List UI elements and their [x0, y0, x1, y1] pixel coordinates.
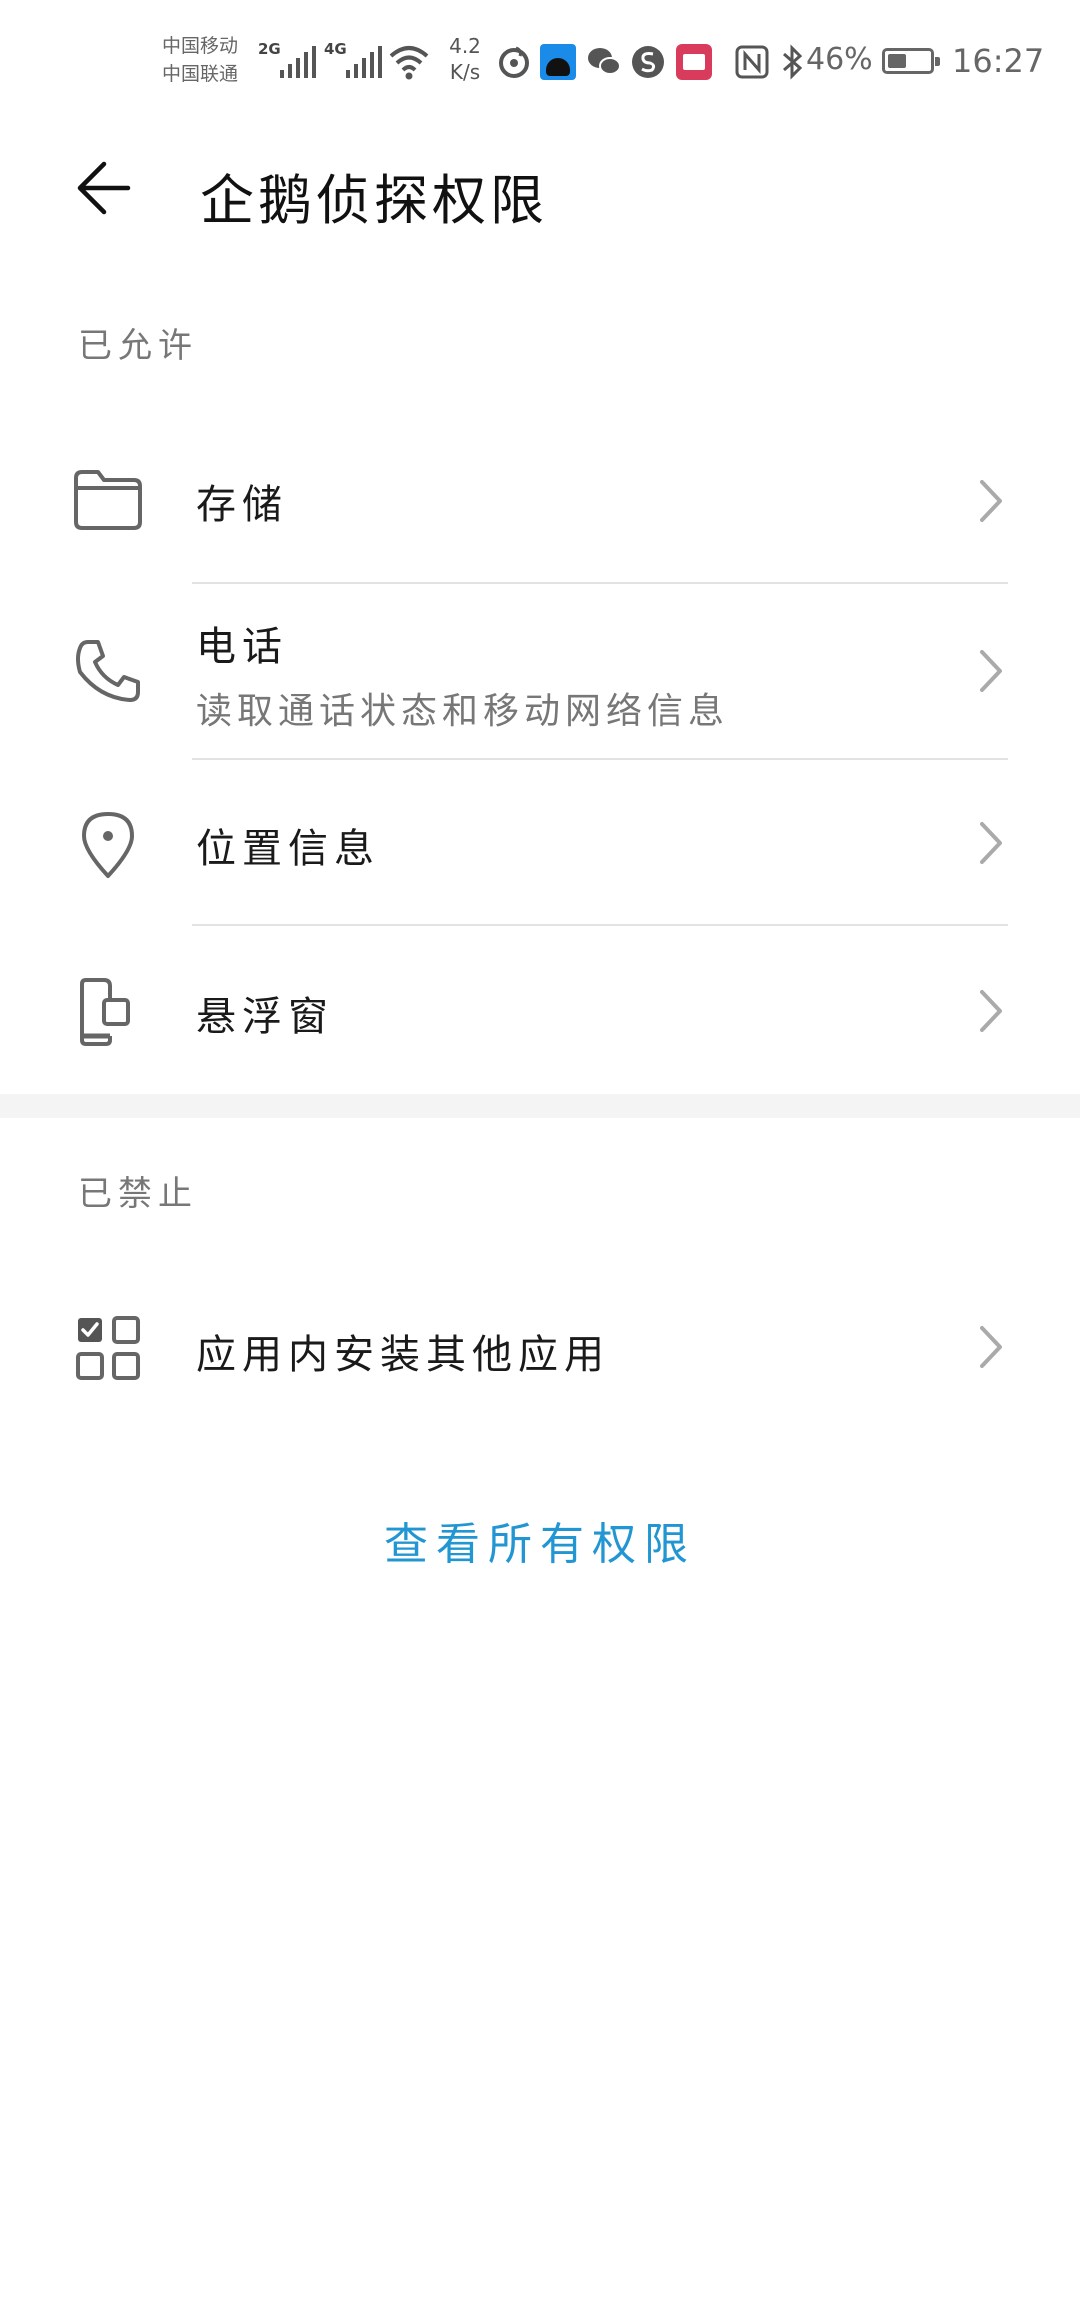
permission-label: 悬浮窗 — [196, 994, 334, 1040]
chevron-right-icon — [980, 650, 1002, 692]
app-notification-icon — [540, 44, 576, 80]
chevron-right-icon — [980, 990, 1002, 1032]
netease-music-icon — [499, 46, 529, 78]
floating-window-icon — [80, 978, 130, 1046]
carrier-2: 中国联通 — [162, 63, 239, 85]
permission-item-location[interactable]: 位置信息 — [0, 760, 1080, 924]
battery-percent: 46% — [806, 42, 873, 77]
clock: 16:27 — [952, 42, 1045, 80]
location-pin-icon — [82, 812, 134, 878]
permission-item-storage[interactable]: 存储 — [0, 418, 1080, 582]
permission-item-phone[interactable]: 电话 读取通话状态和移动网络信息 — [0, 584, 1080, 758]
status-bar: 中国移动 中国联通 2G 4G 4.2 K/s 46% 16:27 — [0, 0, 1080, 120]
network-speed: 4.2 K/s — [442, 33, 488, 85]
wifi-icon — [389, 46, 429, 80]
bluetooth-icon — [783, 44, 803, 80]
chevron-right-icon — [980, 1326, 1002, 1368]
sim1-network-type: 2G — [258, 40, 281, 58]
chevron-right-icon — [980, 480, 1002, 522]
phone-icon — [76, 640, 140, 702]
signal-bars-icon — [280, 46, 318, 78]
permission-label: 存储 — [196, 482, 288, 528]
permission-item-floating-window[interactable]: 悬浮窗 — [0, 926, 1080, 1094]
permission-item-install-apps[interactable]: 应用内安装其他应用 — [0, 1262, 1080, 1430]
network-speed-unit: K/s — [449, 60, 481, 84]
app-grid-icon — [76, 1316, 140, 1380]
view-all-permissions-link[interactable]: 查看所有权限 — [0, 1508, 1080, 1572]
signal-bars-icon — [346, 46, 384, 78]
wechat-icon — [588, 48, 621, 75]
permission-description: 读取通话状态和移动网络信息 — [196, 691, 730, 732]
sogou-icon — [632, 46, 664, 78]
sim2-network-type: 4G — [324, 40, 347, 58]
section-label-denied: 已禁止 — [78, 1174, 198, 1214]
app-bar: 企鹅侦探权限 — [0, 130, 1080, 240]
back-arrow-icon[interactable] — [70, 152, 142, 224]
permission-label: 位置信息 — [196, 826, 380, 872]
battery-level-fill — [888, 54, 906, 68]
chevron-right-icon — [980, 822, 1002, 864]
carrier-names: 中国移动 中国联通 — [162, 32, 238, 88]
carrier-1: 中国移动 — [162, 35, 239, 57]
folder-icon — [74, 470, 142, 530]
permission-label: 应用内安装其他应用 — [196, 1332, 610, 1378]
section-separator — [0, 1094, 1080, 1118]
page-title: 企鹅侦探权限 — [200, 169, 548, 232]
battery-icon — [882, 48, 940, 74]
network-speed-value: 4.2 — [449, 34, 481, 58]
permission-label: 电话 — [196, 624, 288, 670]
section-label-allowed: 已允许 — [78, 326, 198, 366]
nfc-icon — [735, 45, 769, 79]
tmall-icon — [676, 44, 712, 80]
